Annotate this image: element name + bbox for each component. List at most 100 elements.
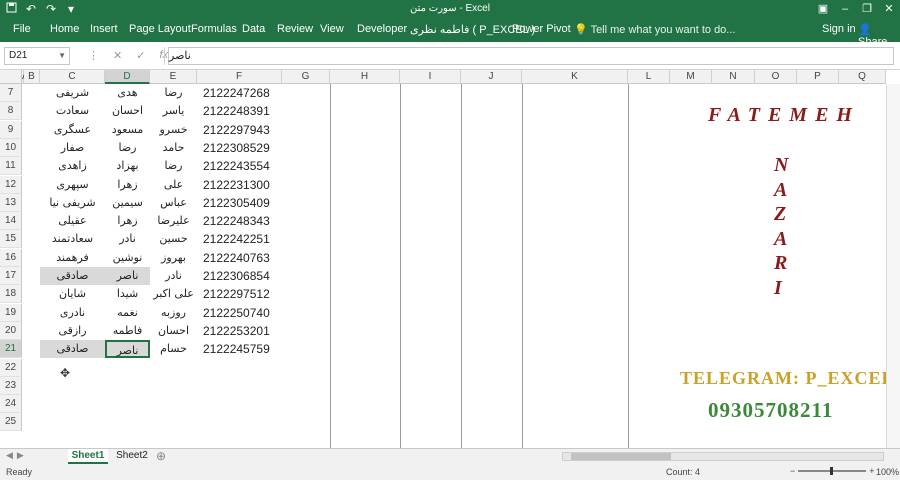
row-header[interactable]: 11: [0, 157, 22, 176]
cell-last-name[interactable]: صادقی: [40, 267, 105, 285]
name-box[interactable]: D21 ▼: [4, 47, 70, 65]
cell-first-name[interactable]: زهرا: [105, 212, 150, 230]
tab-power-pivot[interactable]: Power Pivot: [512, 23, 571, 35]
zoom-control[interactable]: − +: [790, 466, 875, 476]
sheet-nav-arrows[interactable]: ◀▶: [6, 450, 28, 461]
cell-first-name[interactable]: [105, 359, 150, 377]
cell-last-name[interactable]: صفار: [40, 139, 105, 157]
tab-formulas[interactable]: Formulas: [191, 23, 237, 35]
scroll-thumb[interactable]: [571, 453, 671, 460]
cell-first-name[interactable]: سیمین: [105, 194, 150, 212]
tab-home[interactable]: Home: [50, 23, 79, 35]
cell-father-name[interactable]: علی اکبر: [150, 285, 197, 303]
cell-last-name[interactable]: رازقی: [40, 322, 105, 340]
column-header-d[interactable]: D: [105, 70, 150, 84]
cell-first-name[interactable]: هدی: [105, 84, 150, 102]
column-header-o[interactable]: O: [755, 70, 797, 84]
minimize-icon[interactable]: –: [834, 0, 856, 18]
sheet-tab-2[interactable]: Sheet2: [112, 449, 152, 464]
row-header[interactable]: 8: [0, 102, 22, 121]
cell-phone-number[interactable]: 2122253201: [197, 322, 282, 340]
zoom-in-icon[interactable]: +: [869, 466, 874, 476]
cell-phone-number[interactable]: 2122297943: [197, 121, 282, 139]
column-header-p[interactable]: P: [797, 70, 839, 84]
row-header[interactable]: 10: [0, 138, 22, 157]
cell-phone-number[interactable]: 2122248343: [197, 212, 282, 230]
row-header[interactable]: 15: [0, 230, 22, 249]
row-header[interactable]: 14: [0, 212, 22, 231]
add-sheet-icon[interactable]: ⊕: [156, 449, 166, 463]
cell-phone-number[interactable]: [197, 413, 282, 431]
cell-last-name[interactable]: عسگری: [40, 121, 105, 139]
cell-father-name[interactable]: عباس: [150, 194, 197, 212]
cell-last-name[interactable]: شایان: [40, 285, 105, 303]
tab-insert[interactable]: Insert: [90, 23, 118, 35]
column-header-f[interactable]: F: [197, 70, 282, 84]
cell-last-name[interactable]: سعادت: [40, 102, 105, 120]
vertical-scrollbar[interactable]: [886, 84, 900, 448]
cell-last-name[interactable]: [40, 395, 105, 413]
cell-first-name[interactable]: مسعود: [105, 121, 150, 139]
zoom-slider[interactable]: [798, 467, 867, 475]
cell-first-name[interactable]: بهزاد: [105, 157, 150, 175]
cell-first-name[interactable]: [105, 395, 150, 413]
sign-in-link[interactable]: Sign in: [822, 23, 856, 35]
row-header[interactable]: 25: [0, 413, 22, 432]
column-header-h[interactable]: H: [330, 70, 400, 84]
cell-father-name[interactable]: علیرضا: [150, 212, 197, 230]
cell-last-name[interactable]: نادری: [40, 304, 105, 322]
cell-father-name[interactable]: علی: [150, 176, 197, 194]
cell-phone-number[interactable]: 2122248391: [197, 102, 282, 120]
cell-first-name[interactable]: احسان: [105, 102, 150, 120]
cell-last-name[interactable]: فرهمند: [40, 249, 105, 267]
tell-me-box[interactable]: 💡 Tell me what you want to do...: [574, 23, 735, 36]
cell-phone-number[interactable]: 2122247268: [197, 84, 282, 102]
cell-father-name[interactable]: رضا: [150, 84, 197, 102]
column-header-m[interactable]: M: [670, 70, 712, 84]
tab-review[interactable]: Review: [277, 23, 313, 35]
cell-last-name[interactable]: شریفی نیا: [40, 194, 105, 212]
cell-last-name[interactable]: سعادتمند: [40, 230, 105, 248]
column-header-b[interactable]: B: [24, 70, 40, 84]
cell-last-name[interactable]: عقیلی: [40, 212, 105, 230]
cell-last-name[interactable]: شریفی: [40, 84, 105, 102]
column-header-k[interactable]: K: [522, 70, 628, 84]
cell-phone-number[interactable]: 2122231300: [197, 176, 282, 194]
cell-phone-number[interactable]: 2122240763: [197, 249, 282, 267]
cell-father-name[interactable]: [150, 359, 197, 377]
cell-father-name[interactable]: روزبه: [150, 304, 197, 322]
close-icon[interactable]: ✕: [878, 0, 900, 18]
cell-father-name[interactable]: احسان: [150, 322, 197, 340]
spreadsheet-grid[interactable]: ABCDEFGHIJKLMNOPQ7شریفیهدیرضا21222472688…: [0, 70, 900, 448]
cell-father-name[interactable]: حسام: [150, 340, 197, 358]
cell-last-name[interactable]: [40, 413, 105, 431]
cell-phone-number[interactable]: 2122242251: [197, 230, 282, 248]
horizontal-scrollbar[interactable]: [562, 452, 884, 461]
tab-data[interactable]: Data: [242, 23, 265, 35]
cell-phone-number[interactable]: 2122250740: [197, 304, 282, 322]
zoom-level[interactable]: 100%: [876, 467, 899, 477]
cell-phone-number[interactable]: [197, 359, 282, 377]
cell-first-name[interactable]: [105, 413, 150, 431]
cell-father-name[interactable]: نادر: [150, 267, 197, 285]
enter-icon[interactable]: ✓: [136, 49, 145, 62]
cell-first-name[interactable]: نغمه: [105, 304, 150, 322]
cell-last-name[interactable]: زاهدی: [40, 157, 105, 175]
cell-father-name[interactable]: یاسر: [150, 102, 197, 120]
cell-father-name[interactable]: حسین: [150, 230, 197, 248]
cell-first-name[interactable]: [105, 377, 150, 395]
zoom-out-icon[interactable]: −: [790, 466, 795, 476]
column-header-i[interactable]: I: [400, 70, 461, 84]
column-header-n[interactable]: N: [712, 70, 755, 84]
row-header[interactable]: 19: [0, 303, 22, 322]
cell-last-name[interactable]: صادقی: [40, 340, 105, 359]
row-header[interactable]: 17: [0, 267, 22, 285]
cell-father-name[interactable]: رضا: [150, 157, 197, 175]
tab-view[interactable]: View: [320, 23, 344, 35]
cell-phone-number[interactable]: [197, 377, 282, 395]
column-header-g[interactable]: G: [282, 70, 330, 84]
row-header[interactable]: 24: [0, 395, 22, 414]
cell-first-name[interactable]: نوشین: [105, 249, 150, 267]
cell-phone-number[interactable]: 2122305409: [197, 194, 282, 212]
cell-phone-number[interactable]: 2122243554: [197, 157, 282, 175]
